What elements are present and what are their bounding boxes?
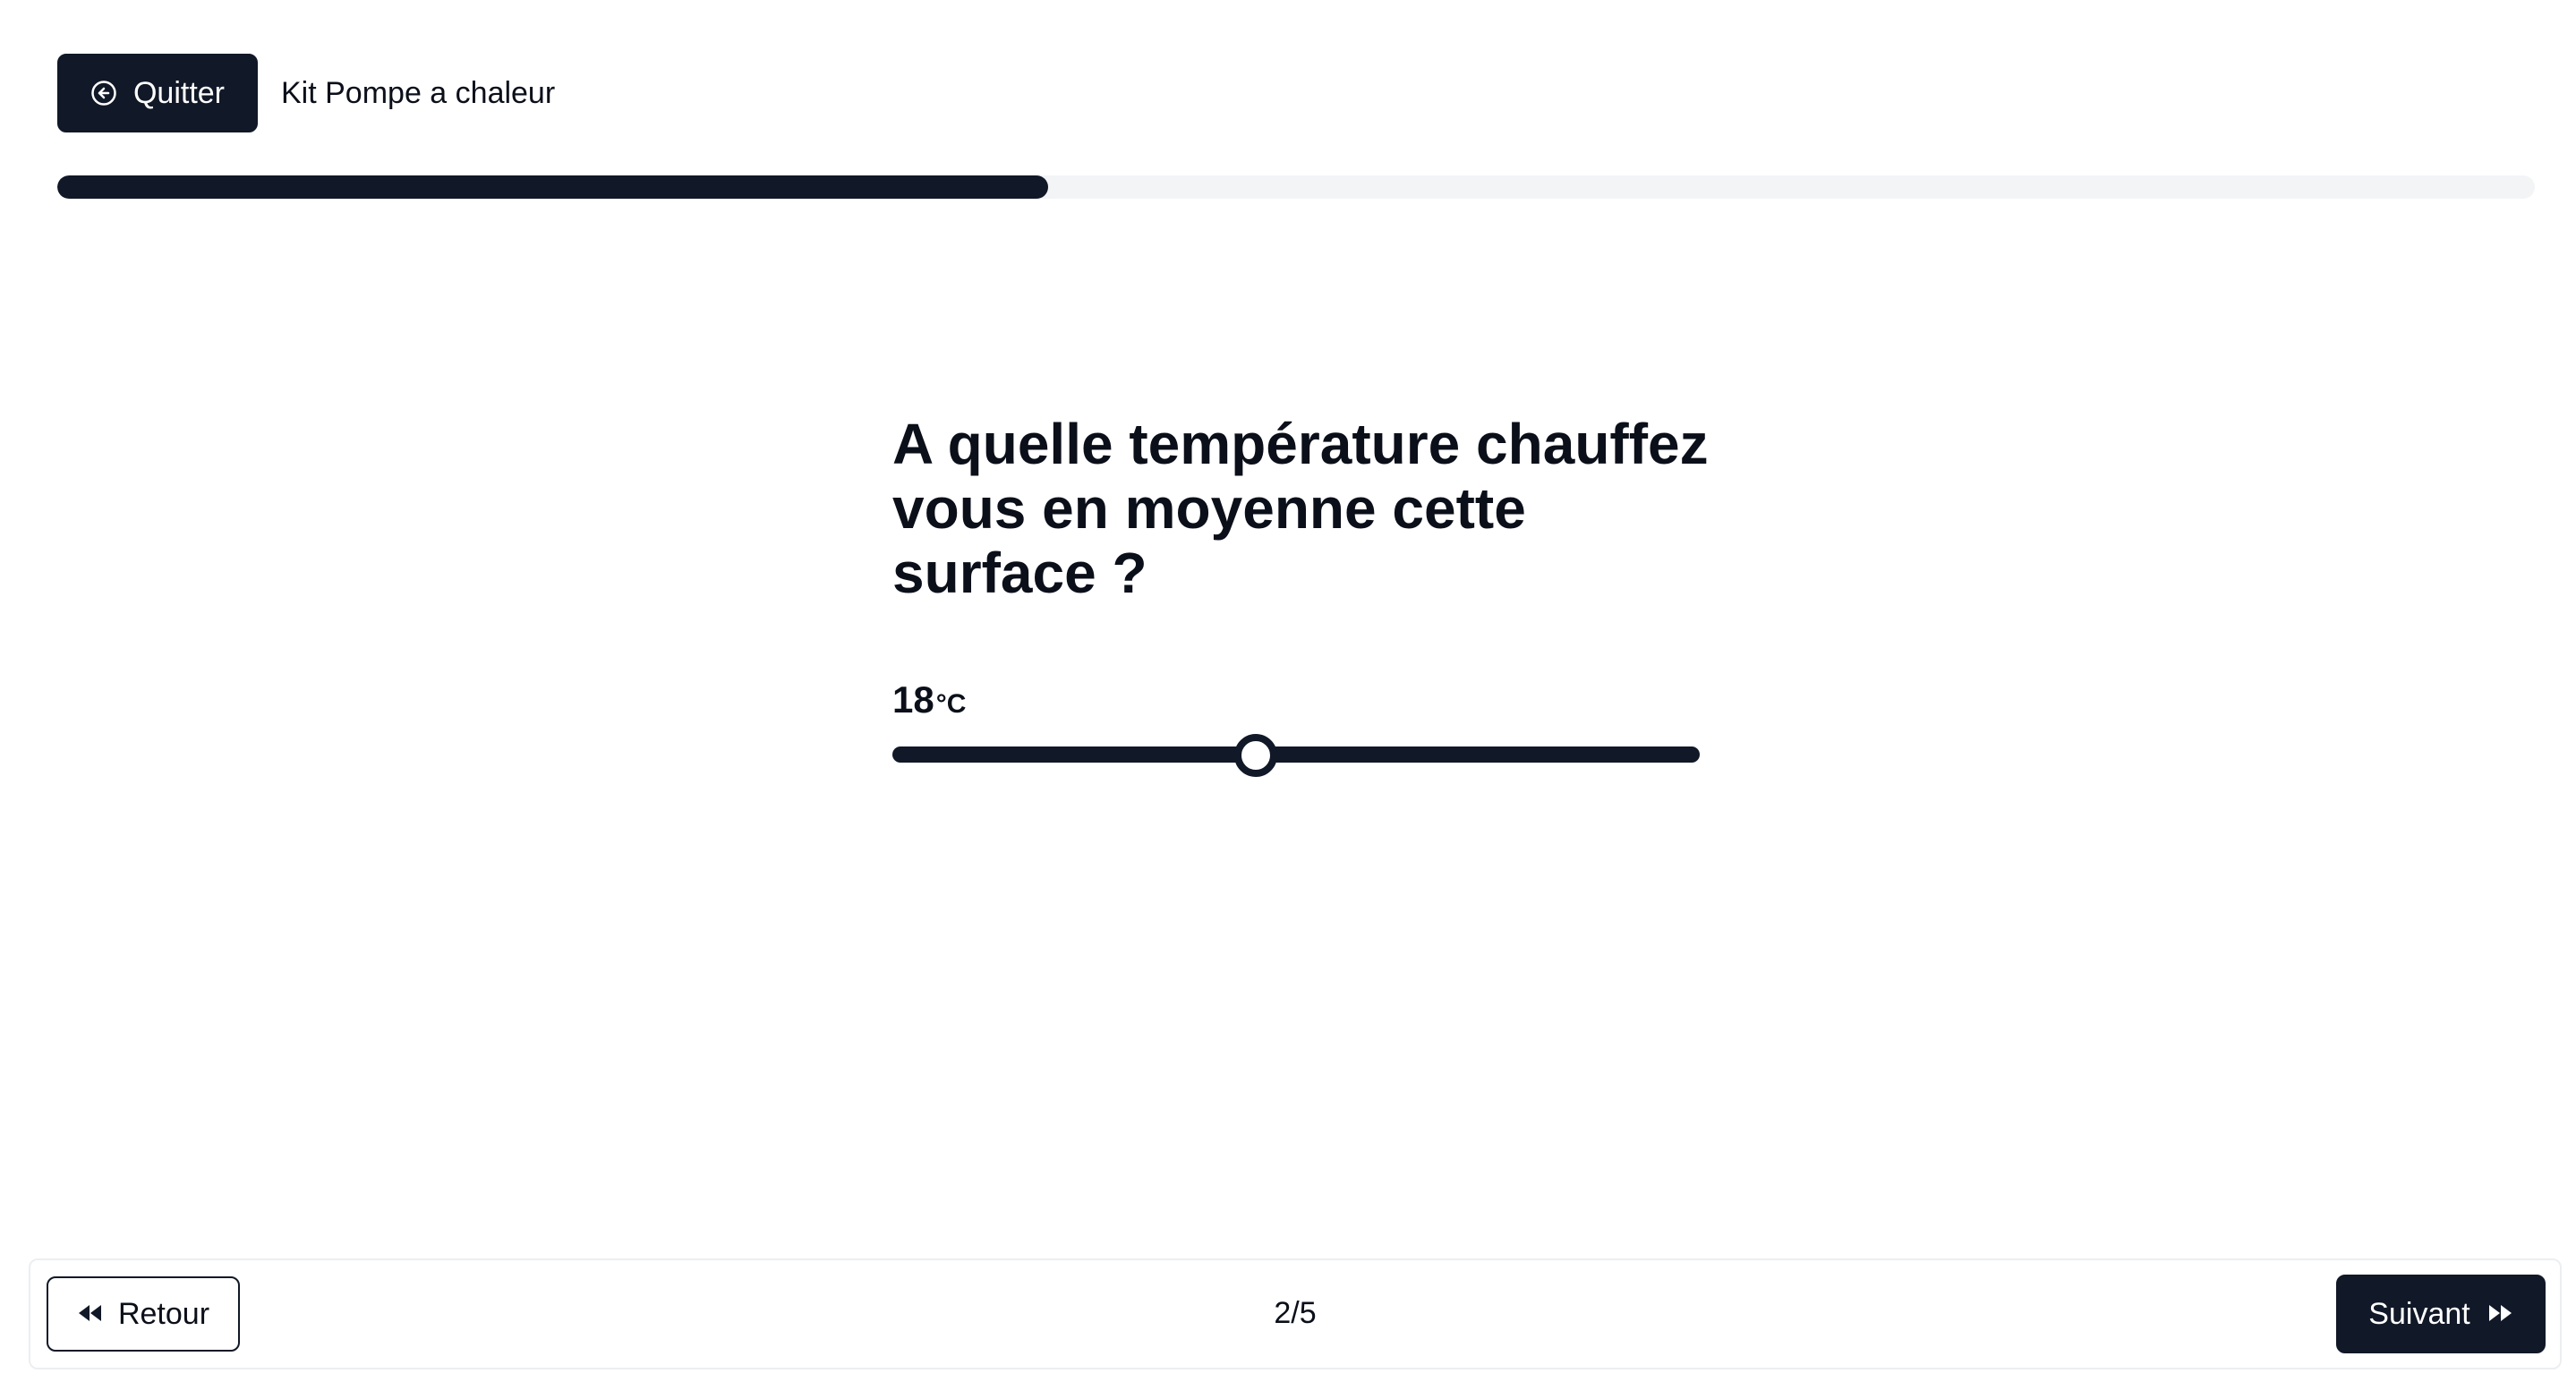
slider-thumb[interactable]	[1233, 734, 1277, 777]
header: Quitter Kit Pompe a chaleur	[57, 54, 555, 132]
slider-track[interactable]	[892, 746, 1700, 763]
fast-forward-icon	[2486, 1297, 2513, 1332]
footer-nav: Retour 2/5 Suivant	[29, 1258, 2562, 1369]
slider-unit: °C	[935, 689, 967, 719]
question-title: A quelle température chauffez vous en mo…	[892, 412, 1709, 605]
next-button-label: Suivant	[2368, 1296, 2470, 1331]
circle-arrow-left-icon	[90, 80, 117, 107]
progress-bar	[57, 175, 2535, 199]
progress-bar-fill	[57, 175, 1049, 199]
kit-title: Kit Pompe a chaleur	[281, 75, 556, 110]
slider-value: 18	[892, 678, 934, 721]
page: Quitter Kit Pompe a chaleur A quelle tem…	[0, 0, 2576, 1382]
slider-value-readout: 18 °C	[892, 678, 966, 721]
quit-button[interactable]: Quitter	[57, 54, 258, 132]
temperature-slider[interactable]	[892, 734, 1700, 777]
page-counter: 2/5	[1274, 1296, 1317, 1330]
quit-button-label: Quitter	[132, 75, 226, 110]
next-button[interactable]: Suivant	[2336, 1275, 2546, 1353]
